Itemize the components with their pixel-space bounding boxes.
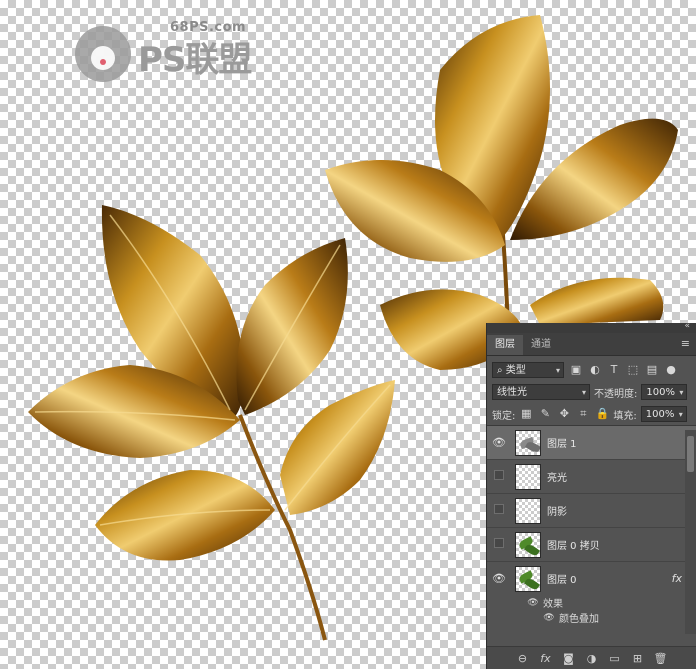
lock-label: 锁定: (492, 410, 516, 422)
chevron-down-icon: ▾ (555, 366, 560, 375)
layer-list: 👁 图层 1 亮光 阴影 图层 0 拷贝 👁 图层 0 fx 👁 效果 👁 颜色… (487, 426, 696, 625)
fill-label: 填充: (613, 410, 637, 422)
panel-tabs: 图层 通道 ≡ (487, 333, 696, 356)
pixel-filter-icon[interactable]: ▣ (569, 363, 583, 377)
blend-mode-value: 线性光 (497, 387, 527, 398)
eye-icon[interactable]: 👁 (527, 598, 539, 608)
fill-value: 100% (645, 409, 675, 420)
chevron-down-icon: ▾ (678, 410, 683, 419)
link-icon[interactable]: ⊖ (511, 652, 534, 665)
layer-name: 图层 0 拷贝 (547, 541, 600, 552)
fx-menu-icon[interactable]: fx (534, 652, 557, 665)
layer-name: 亮光 (547, 473, 567, 484)
layer-name: 图层 1 (547, 439, 577, 450)
search-icon: ⌕ (497, 365, 506, 376)
scrollbar-thumb[interactable] (687, 436, 694, 472)
layers-panel: « 图层 通道 ≡ ⌕ 类型 ▾ ▣ ◐ T ⬚ ▤ ● 线性光 ▾ 不透明度:… (486, 321, 696, 669)
fill-field[interactable]: 100% ▾ (640, 406, 687, 422)
eye-icon[interactable]: 👁 (487, 436, 511, 449)
lock-transparent-icon[interactable]: ▦ (519, 407, 533, 421)
effect-item-color-overlay[interactable]: 👁 颜色叠加 (487, 610, 696, 626)
layer-thumbnail (515, 429, 541, 456)
layer-row-2[interactable]: 亮光 (487, 460, 696, 494)
smart-object-filter-icon[interactable]: ▤ (645, 363, 659, 377)
adjustment-filter-icon[interactable]: ◐ (588, 363, 602, 377)
eye-hidden-icon[interactable] (487, 538, 511, 551)
layer-row-1[interactable]: 👁 图层 1 (487, 426, 696, 460)
opacity-label: 不透明度: (594, 388, 638, 400)
layer-name: 图层 0 (547, 575, 577, 586)
layer-thumbnail (515, 463, 541, 490)
lock-all-icon[interactable]: 🔒 (595, 407, 610, 421)
layer-name: 阴影 (547, 507, 567, 518)
filter-kind-label: 类型 (505, 365, 526, 376)
eye-icon[interactable]: 👁 (543, 613, 555, 623)
blend-row: 线性光 ▾ 不透明度: 100% ▾ (487, 381, 696, 403)
lock-image-icon[interactable]: ✎ (538, 407, 552, 421)
fx-icon[interactable]: fx (672, 572, 682, 585)
opacity-value: 100% (646, 387, 675, 398)
panel-bottom-toolbar: ⊖ fx ◙ ◑ ▭ ⊞ 🗑 (487, 646, 696, 669)
scrollbar[interactable] (685, 430, 696, 634)
layer-thumbnail (515, 565, 541, 592)
opacity-field[interactable]: 100% ▾ (641, 384, 688, 400)
leaf-branch-left (28, 205, 395, 641)
mask-icon[interactable]: ◙ (557, 652, 580, 665)
panel-menu-icon[interactable]: ≡ (681, 337, 690, 350)
lock-row: 锁定: ▦ ✎ ✥ ⌗ 🔒 填充: 100% ▾ (487, 403, 696, 425)
eye-hidden-icon[interactable] (487, 504, 511, 517)
folder-icon[interactable]: ▭ (603, 652, 626, 665)
layer-thumbnail (515, 531, 541, 558)
effects-row[interactable]: 👁 效果 (487, 595, 696, 611)
eye-icon[interactable]: 👁 (487, 572, 511, 585)
filter-row: ⌕ 类型 ▾ ▣ ◐ T ⬚ ▤ ● (487, 359, 696, 381)
trash-icon[interactable]: 🗑 (649, 652, 672, 665)
effect-item-label: 颜色叠加 (559, 614, 599, 625)
shape-filter-icon[interactable]: ⬚ (626, 363, 640, 377)
effects-label: 效果 (543, 599, 563, 610)
filter-toggle-icon[interactable]: ● (664, 363, 678, 377)
leaf-branch-right (325, 15, 678, 370)
lock-artboard-icon[interactable]: ⌗ (576, 407, 590, 421)
blend-mode-select[interactable]: 线性光 ▾ (492, 384, 590, 400)
lock-position-icon[interactable]: ✥ (557, 407, 571, 421)
watermark-logo (75, 26, 131, 82)
layer-row-3[interactable]: 阴影 (487, 494, 696, 528)
filter-kind-select[interactable]: ⌕ 类型 ▾ (492, 362, 564, 378)
layer-row-5[interactable]: 👁 图层 0 fx ▴ (487, 562, 696, 595)
chevron-down-icon: ▾ (581, 388, 586, 397)
collapse-icon[interactable]: « (684, 321, 690, 331)
new-layer-icon[interactable]: ⊞ (626, 652, 649, 665)
adjustment-layer-icon[interactable]: ◑ (580, 652, 603, 665)
layer-thumbnail (515, 497, 541, 524)
watermark-text: PS联盟 (138, 40, 252, 80)
layer-row-4[interactable]: 图层 0 拷贝 (487, 528, 696, 562)
tab-channels[interactable]: 通道 (523, 335, 559, 355)
type-filter-icon[interactable]: T (607, 363, 621, 377)
panel-topbar: « (487, 321, 696, 333)
eye-hidden-icon[interactable] (487, 470, 511, 483)
tab-layers[interactable]: 图层 (487, 335, 523, 355)
chevron-down-icon: ▾ (679, 388, 684, 397)
